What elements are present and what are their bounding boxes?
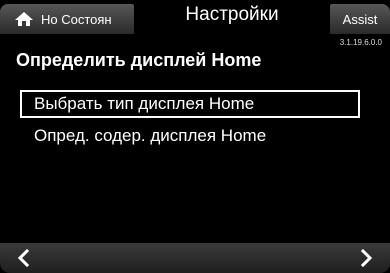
- chevron-right-icon[interactable]: [360, 248, 374, 268]
- tab-home-status[interactable]: Но Состоян: [0, 4, 134, 34]
- menu-item-label: Выбрать тип дисплея Home: [34, 94, 255, 113]
- menu-item-label: Опред. содер. дисплея Home: [34, 126, 267, 145]
- menu-item-define-home-display-content[interactable]: Опред. содер. дисплея Home: [20, 122, 360, 150]
- menu-list: Выбрать тип дисплея Home Опред. содер. д…: [20, 90, 360, 154]
- tab-settings-label: Настройки: [185, 4, 279, 25]
- home-icon: [14, 11, 34, 27]
- version-label: 3.1.19.6.0.0: [339, 38, 382, 47]
- tab-home-label: Но Состоян: [41, 11, 112, 27]
- menu-item-select-home-display-type[interactable]: Выбрать тип дисплея Home: [20, 90, 360, 118]
- tab-assist-label: Assist: [342, 11, 378, 27]
- tab-bar: Но Состоян Настройки Assist: [0, 0, 390, 34]
- chevron-left-icon[interactable]: [16, 248, 30, 268]
- bottom-nav-bar: [0, 243, 390, 273]
- tab-assist[interactable]: Assist: [330, 4, 390, 34]
- page-title: Определить дисплей Home: [16, 50, 262, 70]
- tab-settings[interactable]: Настройки: [138, 0, 326, 34]
- display-screen: Но Состоян Настройки Assist 3.1.19.6.0.0…: [0, 0, 390, 273]
